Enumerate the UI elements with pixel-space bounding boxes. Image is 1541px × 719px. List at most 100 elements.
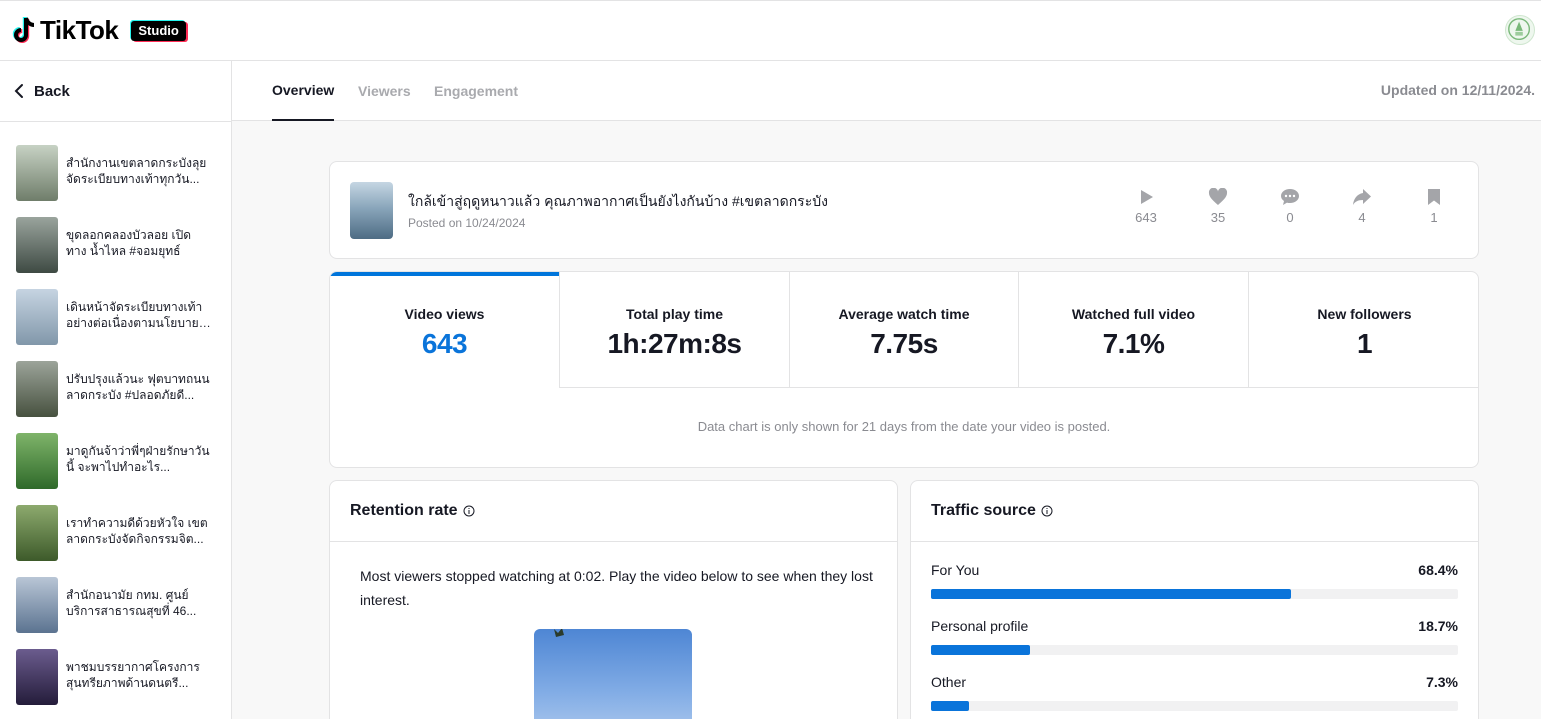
back-label: Back: [34, 82, 70, 100]
traffic-source-bar-track: [931, 701, 1458, 711]
video-list: สำนักงานเขตลาดกระบังลุย จัดระเบียบทางเท้…: [16, 145, 216, 719]
sidebar-video-title: สำนักอนามัย กทม. ศูนย์ บริการสาธารณสุขที…: [66, 588, 197, 618]
video-thumbnail[interactable]: [350, 182, 393, 239]
back-button[interactable]: Back: [0, 61, 231, 122]
metric-value: 1: [1356, 328, 1373, 359]
sidebar-video-thumbnail: [16, 289, 58, 345]
sidebar: Back สำนักงานเขตลาดกระบังลุย จัดระเบียบท…: [0, 61, 232, 719]
stat-views-value: 643: [1135, 210, 1157, 225]
chart-availability-note: Data chart is only shown for 21 days fro…: [697, 419, 1111, 434]
tree-silhouette-icon: [554, 629, 564, 637]
retention-title: Retention rate: [350, 502, 458, 519]
traffic-header: Traffic source: [911, 481, 1478, 542]
play-icon: [1141, 190, 1153, 204]
tab-bar: Overview Viewers Engagement Updated on 1…: [232, 61, 1541, 121]
video-info-card: ใกล้เข้าสู่ฤดูหนาวแล้ว คุณภาพอากาศเป็นยั…: [329, 161, 1479, 259]
traffic-source-bar-fill: [931, 701, 970, 711]
metric-label: New followers: [1317, 306, 1412, 322]
traffic-source-bar-track: [931, 645, 1458, 655]
retention-rate-panel: Retention rate Most viewers stopped watc…: [329, 480, 898, 719]
tiktok-studio-logo[interactable]: TikTok Studio: [12, 15, 186, 46]
info-icon[interactable]: [1041, 505, 1053, 517]
tab-viewers[interactable]: Viewers: [358, 61, 411, 121]
sidebar-video-title: สำนักงานเขตลาดกระบังลุย จัดระเบียบทางเท้…: [66, 156, 207, 186]
stat-shares-value: 4: [1358, 210, 1366, 225]
traffic-source-panel: Traffic source For You 68.4% Personal prof…: [910, 480, 1479, 719]
sidebar-video-item[interactable]: ปรับปรุงแล้วนะ ฟุตบาทถนน ลาดกระบัง #ปลอด…: [16, 361, 216, 433]
traffic-source-bar-fill: [931, 645, 1030, 655]
sidebar-video-title: ปรับปรุงแล้วนะ ฟุตบาทถนน ลาดกระบัง #ปลอด…: [66, 372, 210, 402]
traffic-source-percent: 68.4%: [1418, 562, 1458, 578]
active-metric-indicator: [330, 272, 559, 276]
metric-label: Average watch time: [838, 306, 970, 322]
sidebar-video-item[interactable]: มาดูกันจ้าว่าพี่ๆฝ่ายรักษาวันนี้ จะพาไปท…: [16, 433, 216, 505]
stat-likes: 35: [1193, 188, 1243, 225]
tiktok-note-icon: [12, 16, 35, 43]
metrics-card: Video views 643 Total play time 1h:27m:8…: [329, 271, 1479, 468]
sidebar-video-item[interactable]: สำนักอนามัย กทม. ศูนย์ บริการสาธารณสุขที…: [16, 577, 216, 649]
traffic-source-percent: 18.7%: [1418, 618, 1458, 634]
sidebar-video-item[interactable]: เดินหน้าจัดระเบียบทางเท้า อย่างต่อเนื่อง…: [16, 289, 216, 361]
stat-saves: 1: [1409, 188, 1459, 225]
traffic-source-row: Personal profile 18.7%: [931, 618, 1458, 655]
metric-average-watch-time[interactable]: Average watch time 7.75s: [790, 272, 1019, 388]
retention-description: Most viewers stopped watching at 0:02. P…: [360, 568, 873, 608]
sidebar-video-title: เราทำความดีด้วยหัวใจ เขต ลาดกระบังจัดกิจ…: [66, 516, 208, 546]
sidebar-video-title: มาดูกันจ้าว่าพี่ๆฝ่ายรักษาวันนี้ จะพาไปท…: [66, 444, 210, 474]
stat-likes-value: 35: [1210, 210, 1226, 225]
sidebar-video-thumbnail: [16, 433, 58, 489]
retention-video-player[interactable]: [534, 629, 692, 719]
metric-value: 1h:27m:8s: [607, 328, 742, 359]
video-posted-date: Posted on 10/24/2024: [408, 216, 526, 230]
sidebar-video-thumbnail: [16, 217, 58, 273]
traffic-source-bar-fill: [931, 589, 1292, 599]
logo-text: TikTok: [40, 15, 119, 45]
video-title: ใกล้เข้าสู่ฤดูหนาวแล้ว คุณภาพอากาศเป็นยั…: [408, 193, 828, 209]
traffic-source-label: Personal profile: [931, 618, 1029, 634]
metric-value: 7.1%: [1102, 328, 1165, 359]
metric-video-views[interactable]: Video views 643: [330, 272, 560, 388]
sidebar-video-item[interactable]: เราทำความดีด้วยหัวใจ เขต ลาดกระบังจัดกิจ…: [16, 505, 216, 577]
metric-value: 7.75s: [870, 328, 938, 359]
metric-new-followers[interactable]: New followers 1: [1249, 272, 1478, 388]
sidebar-video-thumbnail: [16, 145, 58, 201]
sidebar-video-item[interactable]: ขุดลอกคลองบัวลอย เปิดทาง น้ำไหล #จอมยุทธ…: [16, 217, 216, 289]
sidebar-video-title: ขุดลอกคลองบัวลอย เปิดทาง น้ำไหล #จอมยุทธ…: [66, 228, 192, 258]
metric-watched-full-video[interactable]: Watched full video 7.1%: [1019, 272, 1249, 388]
sidebar-video-thumbnail: [16, 649, 58, 705]
share-icon: [1353, 189, 1371, 205]
stat-comments: 0: [1265, 188, 1315, 225]
emblem-icon: [1508, 18, 1531, 41]
traffic-source-row: Other 7.3%: [931, 674, 1458, 711]
stat-saves-value: 1: [1430, 210, 1438, 225]
traffic-title: Traffic source: [931, 502, 1036, 519]
metric-label: Total play time: [626, 306, 723, 322]
studio-badge: Studio: [131, 20, 186, 41]
bookmark-icon: [1428, 189, 1440, 205]
sidebar-video-thumbnail: [16, 577, 58, 633]
sidebar-video-thumbnail: [16, 505, 58, 561]
info-icon[interactable]: [463, 505, 475, 517]
sidebar-video-item[interactable]: พาชมบรรยากาศโครงการ สุนทรียภาพด้านดนตรี.…: [16, 649, 216, 719]
comment-icon: [1281, 189, 1299, 205]
tab-engagement[interactable]: Engagement: [434, 61, 518, 121]
stat-shares: 4: [1337, 188, 1387, 225]
stat-views: 643: [1121, 188, 1171, 225]
tab-overview[interactable]: Overview: [272, 61, 335, 121]
traffic-source-label: Other: [931, 674, 967, 690]
sidebar-video-thumbnail: [16, 361, 58, 417]
sidebar-video-title: เดินหน้าจัดระเบียบทางเท้า อย่างต่อเนื่อง…: [66, 300, 203, 330]
traffic-source-row: For You 68.4%: [931, 562, 1458, 599]
top-bar: TikTok Studio: [0, 0, 1541, 61]
sidebar-video-item[interactable]: สำนักงานเขตลาดกระบังลุย จัดระเบียบทางเท้…: [16, 145, 216, 217]
updated-date: Updated on 12/11/2024.: [1380, 82, 1535, 98]
stat-comments-value: 0: [1286, 210, 1294, 225]
traffic-source-bar-track: [931, 589, 1458, 599]
traffic-source-label: For You: [931, 562, 980, 578]
retention-header: Retention rate: [330, 481, 897, 542]
heart-icon: [1208, 188, 1228, 205]
metric-label: Video views: [404, 306, 485, 322]
profile-avatar[interactable]: [1505, 15, 1535, 45]
chevron-left-icon: [14, 84, 23, 98]
metric-total-play-time[interactable]: Total play time 1h:27m:8s: [560, 272, 790, 388]
